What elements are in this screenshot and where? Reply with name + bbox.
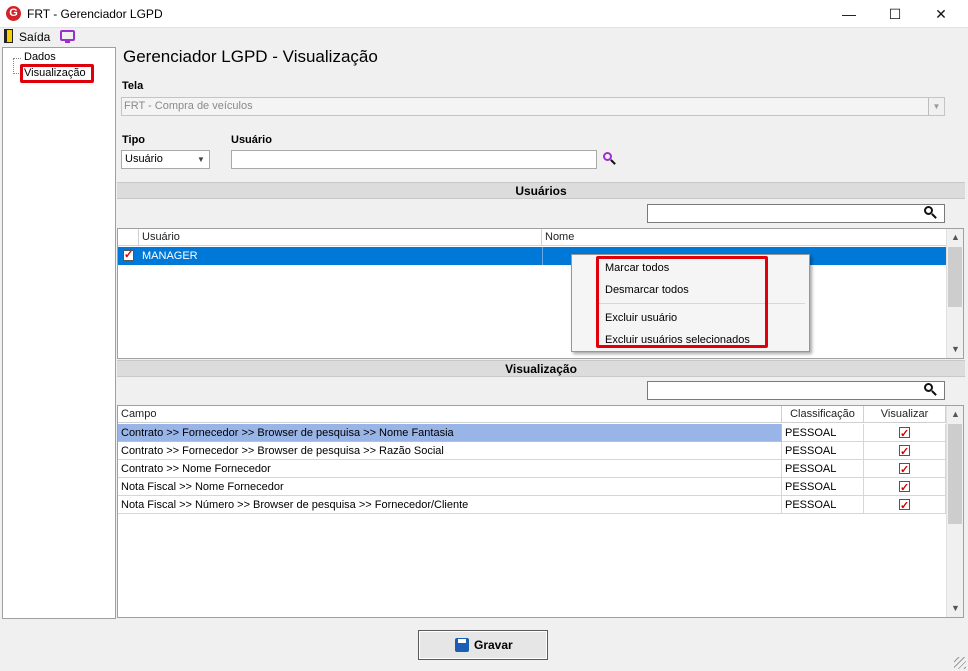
users-scrollbar[interactable]: ▲ ▼ [946, 229, 963, 358]
chevron-down-icon[interactable]: ▼ [928, 98, 944, 115]
visualizar-checkbox[interactable] [899, 479, 910, 495]
view-grid: Campo Classificação Visualizar Contrato … [117, 405, 964, 618]
row-campo: Contrato >> Fornecedor >> Browser de pes… [118, 424, 782, 442]
usuario-search-icon[interactable] [602, 151, 620, 169]
tela-dropdown[interactable]: FRT - Compra de veículos ▼ [121, 97, 945, 116]
scroll-thumb[interactable] [948, 247, 962, 307]
page-title: Gerenciador LGPD - Visualização [123, 47, 378, 66]
app-logo-icon: G [6, 6, 21, 21]
table-row[interactable]: Contrato >> Nome Fornecedor PESSOAL [118, 460, 946, 478]
header-classificacao[interactable]: Classificação [782, 406, 864, 423]
scroll-down-icon[interactable]: ▼ [947, 341, 963, 358]
row-visualizar-cell [864, 424, 946, 442]
view-search-input[interactable] [647, 381, 945, 400]
row-classificacao: PESSOAL [782, 460, 864, 478]
table-row[interactable]: Nota Fiscal >> Nome Fornecedor PESSOAL [118, 478, 946, 496]
row-campo: Contrato >> Nome Fornecedor [118, 460, 782, 478]
maximize-button[interactable]: ☐ [872, 0, 918, 28]
highlight-box [20, 64, 94, 83]
navigation-tree: Dados Visualização [2, 47, 116, 619]
header-usuario[interactable]: Usuário [139, 229, 542, 246]
window-title: FRT - Gerenciador LGPD [27, 7, 163, 21]
row-visualizar-cell [864, 442, 946, 460]
tela-value: FRT - Compra de veículos [124, 100, 253, 112]
row-classificacao: PESSOAL [782, 478, 864, 496]
minimize-button[interactable]: — [826, 0, 872, 28]
tela-label: Tela [122, 80, 144, 92]
close-button[interactable]: ✕ [918, 0, 964, 28]
scroll-up-icon[interactable]: ▲ [947, 229, 963, 246]
scroll-thumb[interactable] [948, 424, 962, 524]
header-nome[interactable]: Nome [542, 229, 947, 246]
visualizar-checkbox[interactable] [899, 461, 910, 477]
table-row[interactable]: Nota Fiscal >> Número >> Browser de pesq… [118, 496, 946, 514]
menu-bar: Saída [0, 28, 968, 46]
exit-door-icon[interactable] [4, 29, 13, 43]
row-classificacao: PESSOAL [782, 496, 864, 514]
tipo-value: Usuário [125, 153, 163, 165]
view-scrollbar[interactable]: ▲ ▼ [946, 406, 963, 617]
monitor-stand [65, 41, 70, 43]
users-search-input[interactable] [647, 204, 945, 223]
users-section-header: Usuários [117, 182, 965, 199]
resize-grip[interactable] [954, 657, 966, 669]
scroll-down-icon[interactable]: ▼ [947, 600, 963, 617]
tipo-label: Tipo [122, 134, 146, 146]
view-section-header: Visualização [117, 360, 965, 377]
exit-menu-item[interactable]: Saída [19, 30, 50, 44]
row-classificacao: PESSOAL [782, 424, 864, 442]
tree-connector [13, 58, 21, 59]
search-icon[interactable] [924, 383, 940, 399]
row-campo: Contrato >> Fornecedor >> Browser de pes… [118, 442, 782, 460]
monitor-icon[interactable] [60, 30, 75, 41]
usuario-label: Usuário [231, 134, 272, 146]
row-visualizar-cell [864, 496, 946, 514]
tree-connector [13, 58, 14, 74]
row-campo: Nota Fiscal >> Nome Fornecedor [118, 478, 782, 496]
scroll-up-icon[interactable]: ▲ [947, 406, 963, 423]
search-icon[interactable] [924, 206, 940, 222]
floppy-disk-icon [455, 638, 469, 652]
usuario-input[interactable] [231, 150, 597, 169]
tipo-dropdown[interactable]: Usuário ▼ [121, 150, 210, 169]
header-visualizar[interactable]: Visualizar [864, 406, 946, 423]
tree-item-dados[interactable]: Dados [24, 51, 56, 63]
header-check-column [118, 229, 139, 246]
users-grid: Usuário Nome MANAGER ▲ ▼ [117, 228, 964, 359]
highlight-box [596, 256, 768, 348]
row-classificacao: PESSOAL [782, 442, 864, 460]
visualizar-checkbox[interactable] [899, 497, 910, 513]
table-row[interactable]: Contrato >> Fornecedor >> Browser de pes… [118, 442, 946, 460]
row-checkbox[interactable] [123, 248, 134, 261]
header-campo[interactable]: Campo [118, 406, 782, 423]
save-button-label: Gravar [474, 638, 513, 652]
row-usuario: MANAGER [142, 250, 198, 262]
row-campo: Nota Fiscal >> Número >> Browser de pesq… [118, 496, 782, 514]
table-row[interactable]: Contrato >> Fornecedor >> Browser de pes… [118, 424, 946, 442]
visualizar-checkbox[interactable] [899, 443, 910, 459]
chevron-down-icon[interactable]: ▼ [193, 151, 209, 168]
title-bar: G FRT - Gerenciador LGPD — ☐ ✕ [0, 0, 968, 28]
save-button[interactable]: Gravar [418, 630, 548, 660]
row-visualizar-cell [864, 460, 946, 478]
column-divider [542, 247, 543, 265]
visualizar-checkbox[interactable] [899, 425, 910, 441]
table-row[interactable]: MANAGER [118, 247, 947, 265]
row-visualizar-cell [864, 478, 946, 496]
